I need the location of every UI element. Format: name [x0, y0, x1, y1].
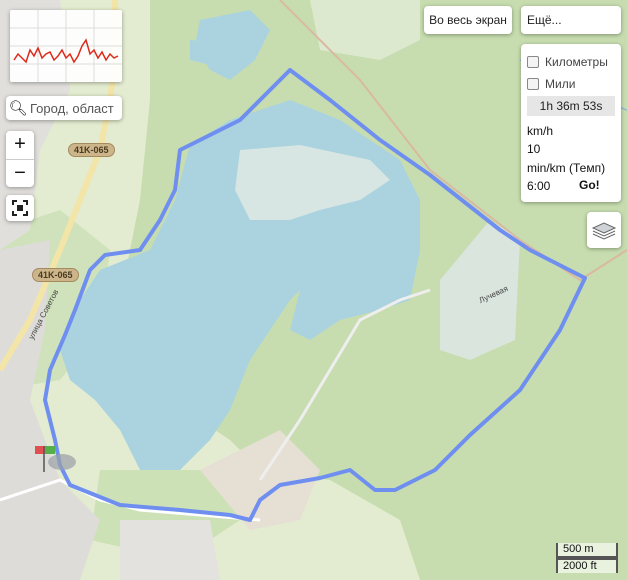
- scale-bar: 500 m 2000 ft: [556, 543, 618, 573]
- elevation-graph: [10, 10, 122, 82]
- km-option[interactable]: Километры: [527, 54, 608, 70]
- km-checkbox[interactable]: [527, 56, 539, 68]
- zoom-out-button[interactable]: −: [6, 160, 34, 188]
- pace-unit-label: min/km (Темп): [527, 161, 606, 175]
- road-label: 41K-065: [68, 143, 115, 157]
- scale-metric: 500 m: [556, 543, 618, 558]
- road-label: 41K-065: [32, 268, 79, 282]
- scale-imperial: 2000 ft: [556, 558, 618, 573]
- zoom-control: + −: [6, 131, 34, 187]
- km-label: Километры: [545, 55, 608, 69]
- search-icon: 🔍︎: [8, 100, 28, 117]
- speed-unit-label: km/h: [527, 124, 554, 138]
- miles-label: Мили: [545, 77, 576, 91]
- go-button[interactable]: Go!: [579, 178, 600, 192]
- route-settings-panel: Километры Мили 1h 36m 53s km/h 10 min/km…: [521, 44, 621, 202]
- more-button[interactable]: Ещё...: [521, 6, 621, 34]
- fullscreen-button[interactable]: Во весь экран: [424, 6, 512, 34]
- expand-icon: [12, 200, 28, 216]
- layers-button[interactable]: [587, 212, 621, 248]
- layers-icon: [591, 222, 617, 240]
- fit-extent-button[interactable]: [6, 195, 34, 221]
- miles-option[interactable]: Мили: [527, 76, 575, 92]
- pace-input[interactable]: 6:00: [527, 178, 577, 194]
- search-box[interactable]: 🔍︎ Город, област: [6, 96, 122, 120]
- urban-area: [120, 520, 220, 580]
- search-input[interactable]: Город, област: [30, 101, 114, 116]
- elevation-chart[interactable]: [10, 10, 122, 82]
- speed-input[interactable]: 10: [527, 141, 577, 157]
- duration-display: 1h 36m 53s: [527, 96, 615, 116]
- zoom-in-button[interactable]: +: [6, 131, 34, 159]
- miles-checkbox[interactable]: [527, 78, 539, 90]
